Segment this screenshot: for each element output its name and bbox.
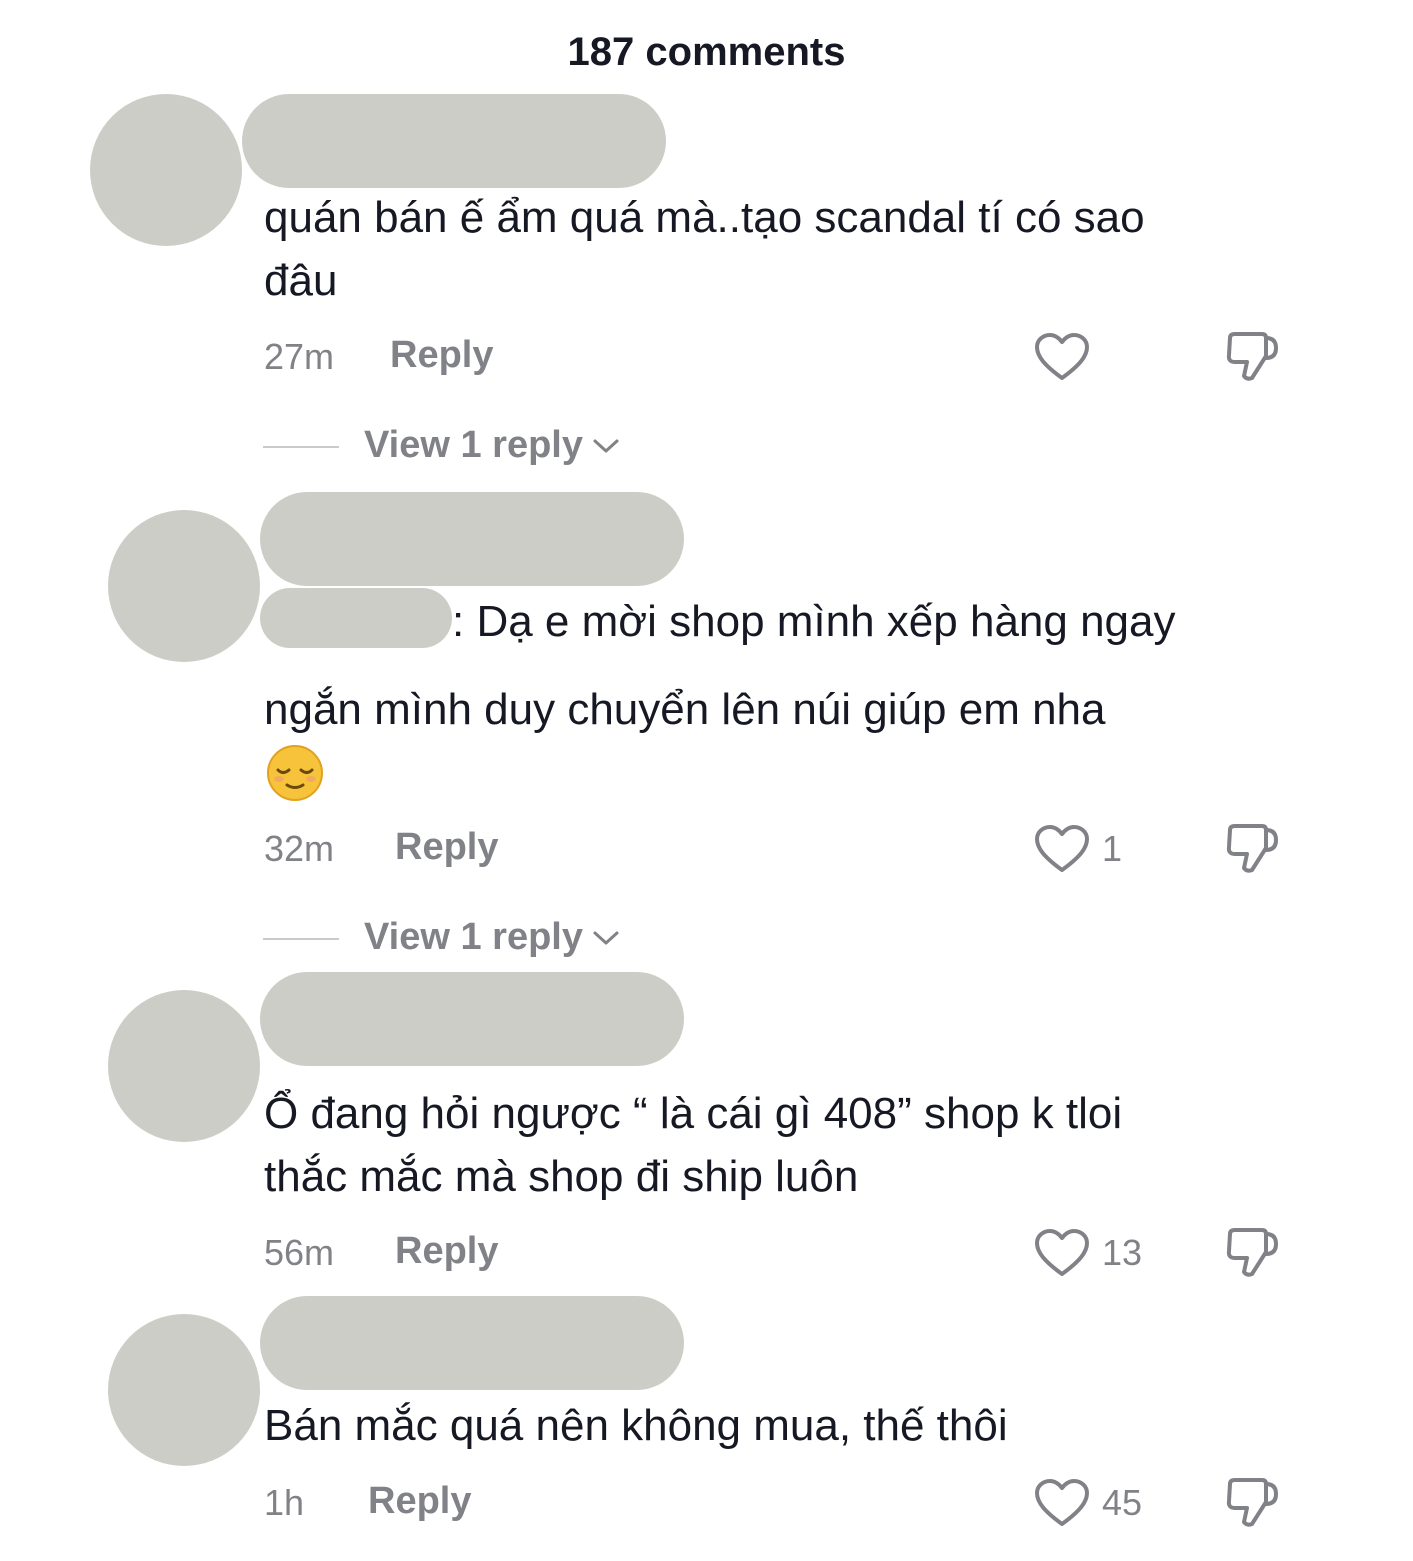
comment-text: Bán mắc quá nên không mua, thế thôi <box>264 1401 1008 1450</box>
like-count: 13 <box>1102 1232 1143 1273</box>
replies-divider <box>263 938 339 940</box>
mention-redacted[interactable] <box>260 588 452 648</box>
reply-button[interactable]: Reply <box>368 1480 471 1523</box>
relieved-face-emoji-icon <box>267 745 323 801</box>
heart-icon[interactable] <box>1034 1228 1090 1278</box>
view-replies-label: View 1 reply <box>364 916 583 958</box>
username-redacted[interactable] <box>260 1296 684 1390</box>
dislike-icon[interactable] <box>1222 820 1282 876</box>
like-count: 1 <box>1102 828 1123 869</box>
view-replies-button[interactable]: View 1 reply <box>364 424 621 467</box>
comment-text-line: ngắn mình duy chuyển lên núi giúp em nha <box>264 685 1106 734</box>
dislike-icon[interactable] <box>1222 1474 1282 1530</box>
username-redacted[interactable] <box>260 972 684 1066</box>
like-count: 45 <box>1102 1482 1143 1523</box>
comment-time: 27m <box>264 336 335 377</box>
view-replies-button[interactable]: View 1 reply <box>364 916 621 959</box>
reply-button[interactable]: Reply <box>395 1230 498 1273</box>
comments-count-title: 187 comments <box>567 30 846 74</box>
heart-icon[interactable] <box>1034 1478 1090 1528</box>
replies-divider <box>263 446 339 448</box>
reply-button[interactable]: Reply <box>395 826 498 869</box>
username-redacted[interactable] <box>260 492 684 586</box>
chevron-down-icon <box>593 931 619 944</box>
comment-text-line: : Dạ e mời shop mình xếp hàng ngay <box>452 597 1176 646</box>
avatar[interactable] <box>90 94 242 246</box>
avatar[interactable] <box>108 510 260 662</box>
comment-time: 32m <box>264 828 335 869</box>
heart-icon[interactable] <box>1034 824 1090 874</box>
comment-text: Ổ đang hỏi ngược “ là cái gì 408” shop k… <box>264 1089 1123 1201</box>
comment-time: 56m <box>264 1232 335 1273</box>
comment-time: 1h <box>264 1482 305 1523</box>
chevron-down-icon <box>593 439 619 452</box>
username-redacted[interactable] <box>242 94 666 188</box>
dislike-icon[interactable] <box>1222 328 1282 384</box>
heart-icon[interactable] <box>1034 332 1090 382</box>
dislike-icon[interactable] <box>1222 1224 1282 1280</box>
avatar[interactable] <box>108 990 260 1142</box>
reply-button[interactable]: Reply <box>390 334 493 377</box>
comment-text: quán bán ế ẩm quá mà..tạo scandal tí có … <box>264 193 1145 305</box>
view-replies-label: View 1 reply <box>364 424 583 466</box>
avatar[interactable] <box>108 1314 260 1466</box>
